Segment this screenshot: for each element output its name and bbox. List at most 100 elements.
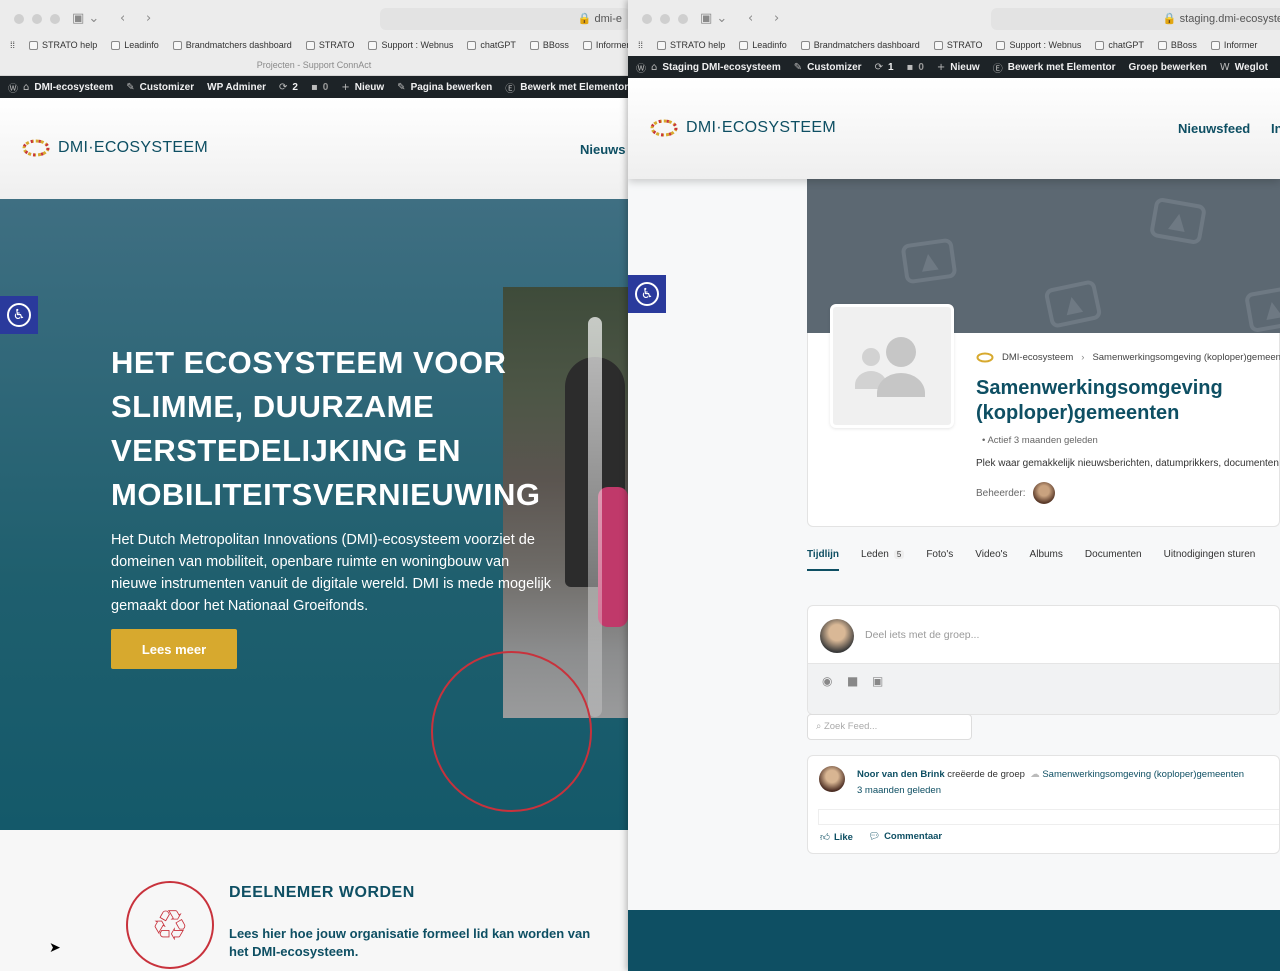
brush-icon: ✎ bbox=[126, 81, 135, 93]
tab-albums[interactable]: Albums bbox=[1030, 549, 1063, 571]
bookmark[interactable]: BBoss bbox=[529, 38, 569, 52]
author-link[interactable]: Noor van den Brink bbox=[857, 769, 945, 780]
feed-search-input[interactable]: ⌕ Zoek Feed... bbox=[807, 714, 972, 740]
customizer-link[interactable]: Customizer bbox=[807, 62, 861, 73]
tab-documenten[interactable]: Documenten bbox=[1085, 549, 1142, 571]
bookmark[interactable]: STRATO help bbox=[29, 38, 97, 52]
bookmark[interactable]: Leadinfo bbox=[111, 38, 159, 52]
bookmark[interactable]: STRATO help bbox=[657, 38, 725, 52]
weglot-icon: W bbox=[1219, 61, 1230, 73]
wordpress-icon[interactable]: Ⓦ bbox=[8, 80, 18, 95]
comment-button[interactable]: 💬︎ Commentaar bbox=[868, 831, 942, 842]
updates-count[interactable]: 1 bbox=[888, 62, 894, 73]
logo-ring-icon bbox=[22, 139, 50, 157]
wp-adminer-link[interactable]: WP Adminer bbox=[207, 82, 266, 93]
nav-nieuws[interactable]: Nieuws bbox=[580, 142, 626, 157]
image-placeholder-icon: ▲ bbox=[1243, 284, 1280, 333]
new-link[interactable]: Nieuw bbox=[355, 82, 384, 93]
accessibility-button[interactable]: ♿ bbox=[0, 296, 38, 334]
activity-item: Noor van den Brink creëerde de groep ☁ S… bbox=[807, 755, 1280, 854]
customizer-link[interactable]: Customizer bbox=[140, 82, 194, 93]
comments-count[interactable]: 0 bbox=[323, 82, 329, 93]
photo-child bbox=[598, 487, 628, 627]
admin-avatar[interactable] bbox=[1033, 482, 1056, 504]
tab-uitnodigingen[interactable]: Uitnodigingen sturen bbox=[1164, 549, 1256, 571]
read-more-button[interactable]: Lees meer bbox=[111, 629, 237, 669]
bookmark[interactable]: chatGPT bbox=[467, 38, 516, 52]
window-controls[interactable] bbox=[14, 14, 60, 24]
site-logo[interactable]: DMI·ECOSYSTEEM bbox=[650, 119, 836, 137]
wordpress-icon[interactable]: Ⓦ bbox=[636, 60, 646, 75]
breadcrumb-current: Samenwerkingsomgeving (koploper)gemeen bbox=[1092, 352, 1280, 363]
activity-time[interactable]: 3 maanden geleden bbox=[857, 785, 941, 796]
window-controls[interactable] bbox=[642, 14, 688, 24]
elementor-icon: Ⓔ bbox=[505, 83, 516, 95]
site-header: DMI·ECOSYSTEEM Nieuwsfeed In bbox=[628, 78, 1280, 179]
wp-site-link[interactable]: DMI-ecosysteem bbox=[34, 82, 113, 93]
thumbs-up-icon: 👍︎ bbox=[820, 832, 830, 843]
gif-icon[interactable]: ▣ bbox=[872, 674, 883, 688]
elementor-link[interactable]: Bewerk met Elementor bbox=[520, 82, 628, 93]
accessibility-icon: ♿ bbox=[7, 303, 31, 327]
accessibility-button[interactable]: ♿ bbox=[628, 275, 666, 313]
participant-title[interactable]: DEELNEMER WORDEN bbox=[229, 884, 415, 902]
forward-icon[interactable]: › bbox=[146, 11, 151, 26]
bookmark[interactable]: STRATO bbox=[933, 38, 982, 52]
post-input[interactable]: Deel iets met de groep... bbox=[865, 629, 979, 641]
post-toolbar: ◉ ■ ▣ bbox=[808, 663, 1279, 714]
site-logo[interactable]: DMI·ECOSYSTEEM bbox=[22, 139, 208, 157]
plus-icon: + bbox=[341, 81, 350, 93]
hero-text: Het Dutch Metropolitan Innovations (DMI)… bbox=[111, 532, 552, 614]
participant-text[interactable]: Lees hier hoe jouw organisatie formeel l… bbox=[229, 925, 609, 961]
tab-fotos[interactable]: Foto's bbox=[926, 549, 953, 571]
sidebar-toggle-icon[interactable]: ▣ ⌄ bbox=[700, 11, 727, 26]
edit-page-link[interactable]: Pagina bewerken bbox=[411, 82, 493, 93]
breadcrumb-root[interactable]: DMI-ecosysteem bbox=[1002, 352, 1073, 363]
group-edit-link[interactable]: Groep bewerken bbox=[1129, 62, 1207, 73]
author-avatar[interactable] bbox=[819, 766, 845, 792]
weglot-link[interactable]: Weglot bbox=[1235, 62, 1268, 73]
tab-label: Leden bbox=[861, 549, 889, 560]
back-icon[interactable]: ‹ bbox=[120, 11, 125, 26]
bookmark[interactable]: Support : Webnus bbox=[368, 38, 453, 52]
group-avatar[interactable] bbox=[830, 304, 954, 428]
elementor-link[interactable]: Bewerk met Elementor bbox=[1008, 62, 1116, 73]
address-bar[interactable]: 🔒 dmi-e bbox=[380, 8, 628, 30]
like-button[interactable]: 👍︎ Like bbox=[820, 831, 853, 844]
browser-chrome: ▣ ⌄ ‹ › 🔒 dmi-e ⁞⁞ STRATO help Leadinfo … bbox=[0, 0, 628, 76]
elementor-icon: Ⓔ bbox=[992, 63, 1003, 75]
bookmark[interactable]: chatGPT bbox=[1095, 38, 1144, 52]
site-icon: ⌂ bbox=[23, 81, 30, 93]
tab-videos[interactable]: Video's bbox=[975, 549, 1007, 571]
bookmark[interactable]: Informer bbox=[582, 38, 628, 52]
comments-count[interactable]: 0 bbox=[918, 62, 924, 73]
bookmark[interactable]: Leadinfo bbox=[739, 38, 787, 52]
updates-count[interactable]: 2 bbox=[292, 82, 298, 93]
apps-icon[interactable]: ⁞⁞ bbox=[10, 38, 15, 52]
apps-icon[interactable]: ⁞⁞ bbox=[638, 38, 643, 52]
group-link[interactable]: Samenwerkingsomgeving (koploper)gemeente… bbox=[1042, 769, 1244, 780]
bookmark[interactable]: Brandmatchers dashboard bbox=[800, 38, 920, 52]
new-link[interactable]: Nieuw bbox=[950, 62, 979, 73]
user-avatar bbox=[820, 619, 854, 653]
bookmarks-bar: ⁞⁞ STRATO help Leadinfo Brandmatchers da… bbox=[10, 38, 628, 52]
nav-nieuwsfeed[interactable]: Nieuwsfeed bbox=[1178, 121, 1250, 136]
back-icon[interactable]: ‹ bbox=[748, 11, 753, 26]
tab-leden[interactable]: Leden 5 bbox=[861, 549, 905, 571]
video-icon[interactable]: ■ bbox=[847, 674, 858, 688]
camera-icon[interactable]: ◉ bbox=[822, 674, 832, 688]
group-title: Samenwerkingsomgeving (koploper)gemeente… bbox=[976, 377, 1223, 424]
tab-tijdlijn[interactable]: Tijdlijn bbox=[807, 549, 840, 571]
nav-next[interactable]: In bbox=[1271, 121, 1280, 136]
updates-icon: ⟳ bbox=[874, 61, 883, 73]
bookmark[interactable]: BBoss bbox=[1157, 38, 1197, 52]
bookmark[interactable]: Informer bbox=[1210, 38, 1257, 52]
sidebar-toggle-icon[interactable]: ▣ ⌄ bbox=[72, 11, 99, 26]
address-bar[interactable]: 🔒 staging.dmi-ecosyste bbox=[991, 8, 1280, 30]
bookmark[interactable]: STRATO bbox=[305, 38, 354, 52]
forward-icon[interactable]: › bbox=[774, 11, 779, 26]
bookmark[interactable]: Support : Webnus bbox=[996, 38, 1081, 52]
comment-label: Commentaar bbox=[884, 831, 943, 842]
wp-site-link[interactable]: Staging DMI-ecosysteem bbox=[662, 62, 780, 73]
bookmark[interactable]: Brandmatchers dashboard bbox=[172, 38, 292, 52]
